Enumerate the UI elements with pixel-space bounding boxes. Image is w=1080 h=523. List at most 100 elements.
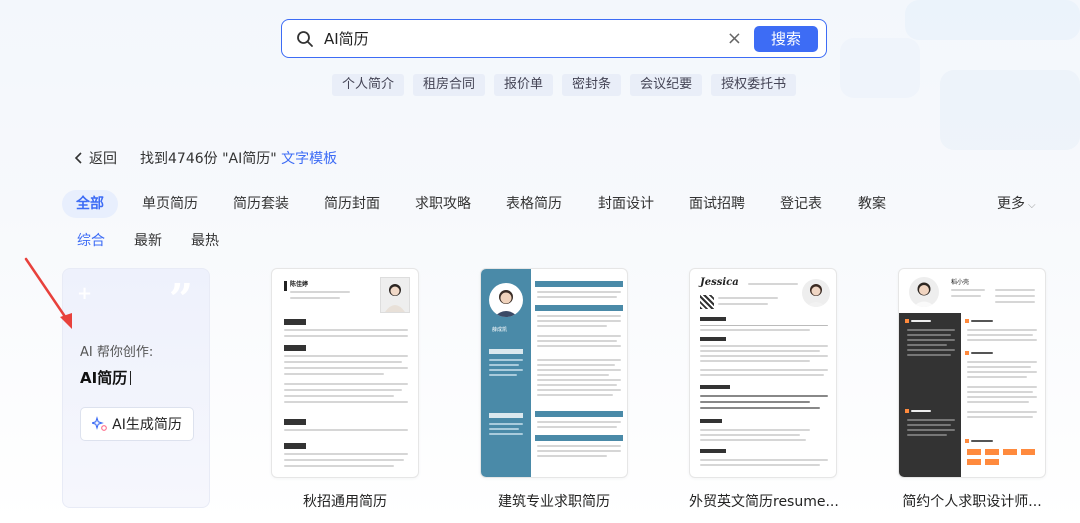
- suggestion-chip[interactable]: 密封条: [562, 74, 622, 96]
- section-heading: [535, 281, 623, 287]
- section-heading: [535, 305, 623, 311]
- text-line: [700, 439, 806, 441]
- text-line: [537, 335, 621, 337]
- tab-job-guide[interactable]: 求职攻略: [415, 190, 471, 218]
- background-decoration: [905, 0, 1080, 40]
- tab-registration-form[interactable]: 登记表: [780, 190, 822, 218]
- text-line: [967, 371, 1037, 373]
- template-card[interactable]: 稻小壳 简约个人求职设计师...: [898, 268, 1046, 511]
- text-line: [911, 410, 931, 412]
- text-line: [951, 289, 985, 291]
- text-line: [700, 345, 828, 347]
- text-line: [967, 396, 1037, 398]
- text-line: [911, 320, 931, 322]
- suggestion-chip[interactable]: 授权委托书: [711, 74, 797, 96]
- text-line: [700, 369, 828, 371]
- template-thumbnail: 陈佳婷: [271, 268, 419, 478]
- avatar: [802, 279, 830, 307]
- text-line: [284, 453, 408, 455]
- section-heading: [284, 443, 306, 449]
- text-line: [907, 424, 951, 426]
- suggestion-chip[interactable]: 报价单: [494, 74, 554, 96]
- back-button[interactable]: 返回: [74, 148, 117, 168]
- template-name: 秋招通用简历: [303, 494, 387, 510]
- text-line: [537, 379, 621, 381]
- search-icon: [297, 30, 313, 47]
- sort-newest[interactable]: 最新: [134, 230, 162, 250]
- tab-single-page-resume[interactable]: 单页简历: [142, 190, 198, 218]
- ai-help-text: AI 帮你创作:: [80, 345, 154, 360]
- section-heading: [700, 317, 726, 321]
- skill-bar: [700, 401, 810, 403]
- suggestion-chip[interactable]: 个人简介: [332, 74, 405, 96]
- tab-resume-set[interactable]: 简历套装: [233, 190, 289, 218]
- qr-code-icon: [700, 295, 714, 309]
- suggestion-chip[interactable]: 会议纪要: [630, 74, 703, 96]
- text-line: [489, 374, 517, 376]
- bullet-icon: [905, 409, 909, 413]
- text-line: [284, 355, 408, 357]
- skill-tag: [967, 459, 981, 465]
- back-label: 返回: [89, 151, 117, 167]
- text-line: [700, 350, 820, 352]
- tab-all[interactable]: 全部: [62, 190, 118, 218]
- skill-tag: [967, 449, 981, 455]
- text-line: [967, 386, 1037, 388]
- text-line: [967, 401, 1029, 403]
- search-input[interactable]: AI简历: [324, 28, 727, 49]
- text-line: [907, 349, 955, 351]
- text-line: [967, 329, 1037, 331]
- tab-lesson-plan[interactable]: 教案: [858, 190, 886, 218]
- text-line: [537, 450, 621, 452]
- text-line: [284, 361, 402, 363]
- text-line: [907, 429, 955, 431]
- text-line: [537, 384, 617, 386]
- text-line: [537, 296, 617, 298]
- tab-cover-design[interactable]: 封面设计: [598, 190, 654, 218]
- text-line: [489, 428, 519, 430]
- result-type: 文字模板: [281, 151, 338, 167]
- chevron-down-icon: ⌵: [1028, 200, 1036, 211]
- tab-interview-hiring[interactable]: 面试招聘: [689, 190, 745, 218]
- text-line: [537, 389, 621, 391]
- bullet-icon: [905, 319, 909, 323]
- tab-table-resume[interactable]: 表格简历: [506, 190, 562, 218]
- ai-card-title-text: AI简历: [80, 369, 128, 387]
- quote-icon: ”: [168, 275, 193, 324]
- text-line: [284, 329, 408, 331]
- text-line: [700, 355, 828, 357]
- ai-create-card[interactable]: + ” AI 帮你创作: AI简历 AI生成简历: [62, 268, 210, 508]
- text-line: [995, 289, 1035, 291]
- section-heading: [535, 411, 623, 417]
- text-line: [489, 369, 523, 371]
- text-line: [971, 352, 993, 354]
- ai-generate-resume-button[interactable]: AI生成简历: [80, 407, 194, 441]
- resume-person-name: Jessica: [700, 277, 739, 288]
- text-line: [489, 364, 519, 366]
- template-card[interactable]: 薛成凯 建筑专业求职简历: [480, 268, 628, 511]
- text-line: [284, 395, 394, 397]
- text-line: [537, 315, 621, 317]
- search-button[interactable]: 搜索: [754, 25, 818, 52]
- text-line: [284, 367, 408, 369]
- suggestion-chip[interactable]: 租房合同: [413, 74, 486, 96]
- more-dropdown[interactable]: 更多 ⌵: [997, 190, 1036, 218]
- ai-generate-label: AI生成简历: [112, 417, 182, 433]
- template-card[interactable]: 陈佳婷 秋招通用简历: [271, 268, 419, 511]
- clear-icon[interactable]: ×: [727, 29, 742, 48]
- text-line: [700, 459, 828, 461]
- template-card[interactable]: Jessica 外贸英文简历resume...: [689, 268, 839, 511]
- background-decoration: [840, 38, 920, 98]
- bullet-icon: [965, 319, 969, 323]
- tab-resume-cover[interactable]: 简历封面: [324, 190, 380, 218]
- section-heading: [284, 345, 306, 351]
- more-label: 更多: [997, 196, 1025, 212]
- text-caret: [130, 371, 132, 385]
- skill-tag: [1021, 449, 1035, 455]
- sort-comprehensive[interactable]: 综合: [77, 230, 105, 250]
- text-line: [290, 291, 350, 293]
- search-bar[interactable]: AI简历 × 搜索: [281, 19, 827, 58]
- sort-hottest[interactable]: 最热: [191, 230, 219, 250]
- text-line: [537, 359, 621, 361]
- text-line: [537, 291, 621, 293]
